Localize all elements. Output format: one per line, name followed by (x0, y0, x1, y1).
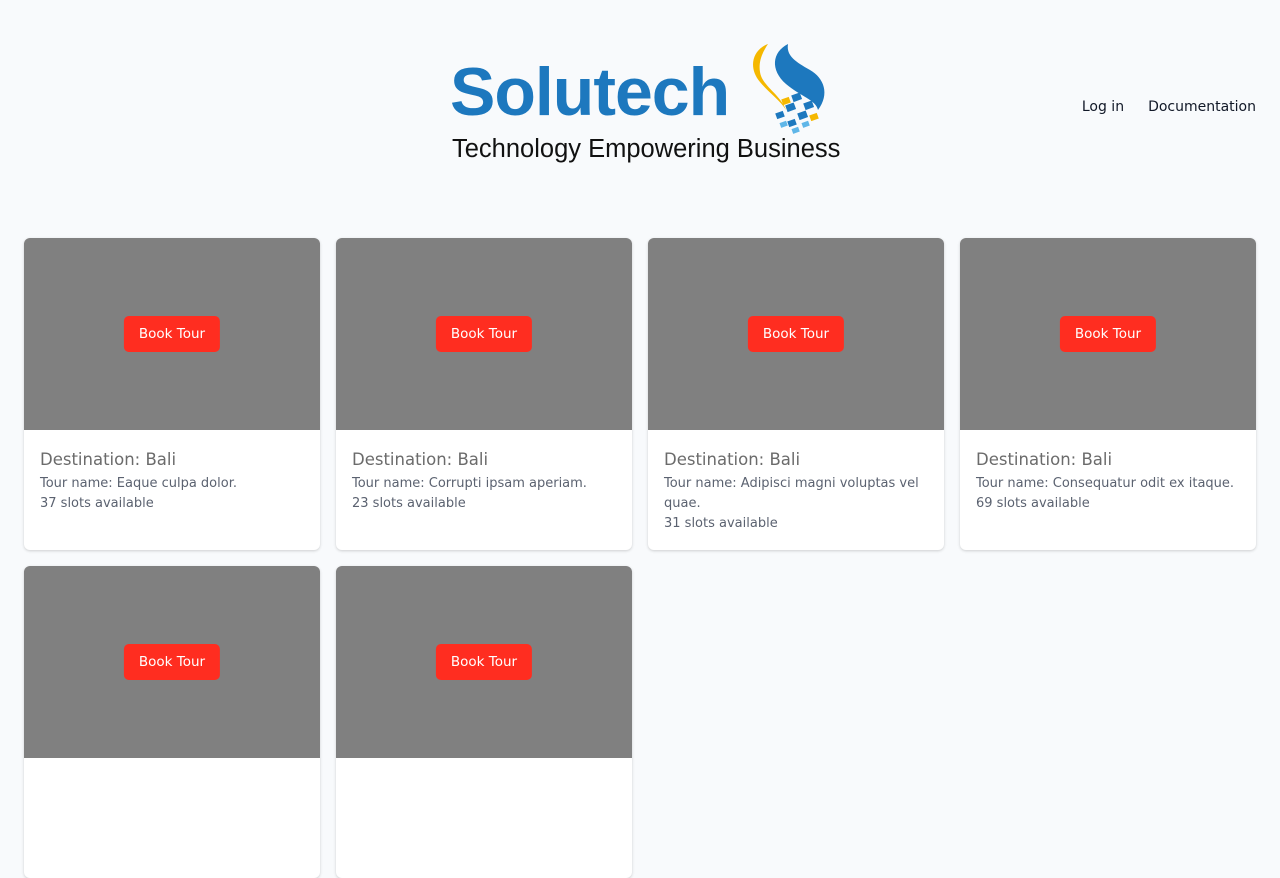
tour-name: Tour name: Eaque culpa dolor. (40, 476, 237, 491)
top-nav: Log in Documentation (1082, 98, 1256, 116)
tour-card-body: Destination: Bali Tour name: Corrupti ip… (336, 430, 632, 530)
tour-image-placeholder: Book Tour (24, 566, 320, 758)
page-header: Solutech Technology Empowering Business … (0, 0, 1280, 200)
tour-grid: Book Tour Destination: Bali Tour name: E… (24, 238, 1256, 878)
solutech-logo[interactable]: Solutech Technology Empowering Business (450, 42, 840, 167)
tour-destination: Destination: Bali (352, 450, 489, 469)
tour-name: Tour name: Consequatur odit ex itaque. (976, 476, 1235, 491)
book-tour-button[interactable]: Book Tour (123, 316, 221, 352)
book-tour-button[interactable]: Book Tour (1059, 316, 1157, 352)
tour-image-placeholder: Book Tour (336, 566, 632, 758)
tour-destination: Destination: Bali (976, 450, 1113, 469)
tour-card: Book Tour Destination: Bali Tour name: C… (960, 238, 1256, 550)
logo-wordmark: Solutech (450, 54, 730, 130)
tour-destination: Destination: Bali (40, 450, 177, 469)
login-link[interactable]: Log in (1082, 98, 1124, 116)
documentation-link[interactable]: Documentation (1148, 98, 1256, 116)
book-tour-button[interactable]: Book Tour (435, 644, 533, 680)
logo-swoosh-icon (753, 44, 825, 134)
tour-image-placeholder: Book Tour (648, 238, 944, 430)
tour-image-placeholder: Book Tour (960, 238, 1256, 430)
logo-tagline: Technology Empowering Business (452, 135, 841, 163)
tour-card-body: Destination: Bali Tour name: Eaque culpa… (24, 430, 320, 530)
tour-card: Book Tour (24, 566, 320, 878)
tour-card: Book Tour (336, 566, 632, 878)
tour-slots: 69 slots available (976, 496, 1090, 511)
tour-card: Book Tour Destination: Bali Tour name: C… (336, 238, 632, 550)
tour-slots: 37 slots available (40, 496, 154, 511)
book-tour-button[interactable]: Book Tour (747, 316, 845, 352)
tour-image-placeholder: Book Tour (24, 238, 320, 430)
tour-name: Tour name: Corrupti ipsam aperiam. (352, 476, 587, 491)
tour-slots: 31 slots available (664, 516, 778, 531)
tour-card: Book Tour Destination: Bali Tour name: A… (648, 238, 944, 550)
tour-slots: 23 slots available (352, 496, 466, 511)
tour-destination: Destination: Bali (664, 450, 801, 469)
tour-card-body: Destination: Bali Tour name: Adipisci ma… (648, 430, 944, 550)
tour-name: Tour name: Adipisci magni voluptas vel q… (664, 476, 919, 511)
tour-image-placeholder: Book Tour (336, 238, 632, 430)
book-tour-button[interactable]: Book Tour (435, 316, 533, 352)
tour-card-body: Destination: Bali Tour name: Consequatur… (960, 430, 1256, 530)
book-tour-button[interactable]: Book Tour (123, 644, 221, 680)
tour-card: Book Tour Destination: Bali Tour name: E… (24, 238, 320, 550)
